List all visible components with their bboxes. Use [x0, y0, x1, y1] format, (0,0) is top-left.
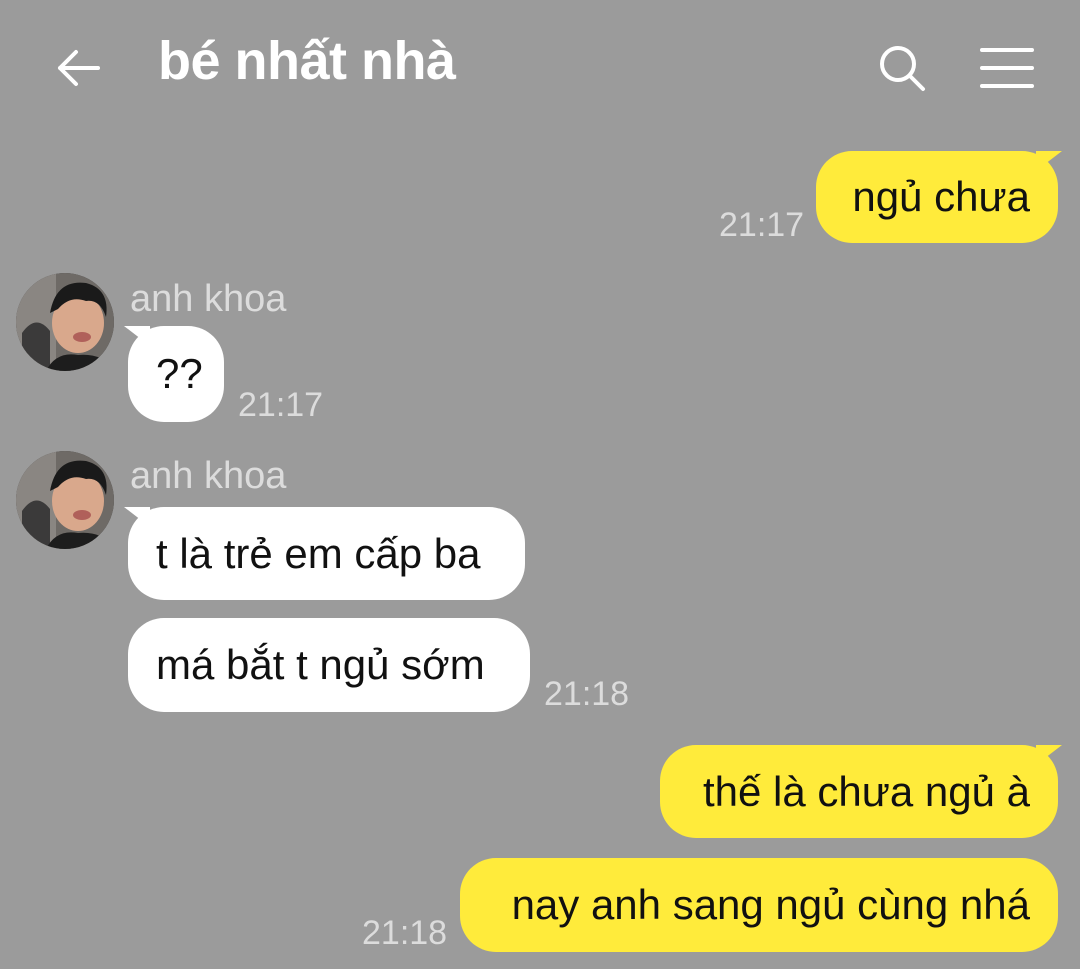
- bubble-tail: [1036, 745, 1062, 765]
- outgoing-message-bubble[interactable]: nay anh sang ngủ cùng nhá: [460, 858, 1058, 952]
- avatar[interactable]: [16, 451, 114, 549]
- hamburger-menu-icon: [980, 48, 1034, 88]
- message-text: nay anh sang ngủ cùng nhá: [511, 881, 1030, 928]
- message-text: ngủ chưa: [852, 173, 1030, 220]
- sender-name: anh khoa: [130, 455, 287, 497]
- message-timestamp: 21:17: [238, 386, 324, 424]
- message-text: t là trẻ em cấp ba: [156, 529, 481, 577]
- outgoing-message-bubble[interactable]: ngủ chưa: [816, 151, 1058, 243]
- bubble-tail: [1036, 151, 1062, 171]
- incoming-message-bubble[interactable]: ??: [128, 326, 224, 422]
- outgoing-message-bubble[interactable]: thế là chưa ngủ à: [660, 745, 1058, 838]
- search-button[interactable]: [870, 36, 934, 100]
- avatar[interactable]: [16, 273, 114, 371]
- message-timestamp: 21:18: [362, 914, 448, 952]
- message-text: má bắt t ngủ sớm: [156, 641, 485, 688]
- message-text: ??: [156, 350, 203, 397]
- chat-title: bé nhất nhà: [158, 31, 456, 91]
- menu-button[interactable]: [974, 36, 1040, 100]
- sender-name: anh khoa: [130, 278, 287, 320]
- avatar-photo: [16, 273, 114, 371]
- back-button[interactable]: [48, 36, 108, 100]
- incoming-message-bubble[interactable]: má bắt t ngủ sớm: [128, 618, 530, 712]
- message-text: thế là chưa ngủ à: [702, 767, 1030, 815]
- avatar-photo: [16, 451, 114, 549]
- incoming-message-bubble[interactable]: t là trẻ em cấp ba: [128, 507, 525, 600]
- message-timestamp: 21:18: [544, 675, 630, 713]
- search-icon: [880, 46, 925, 91]
- arrow-left-icon: [58, 50, 100, 86]
- message-timestamp: 21:17: [719, 206, 805, 244]
